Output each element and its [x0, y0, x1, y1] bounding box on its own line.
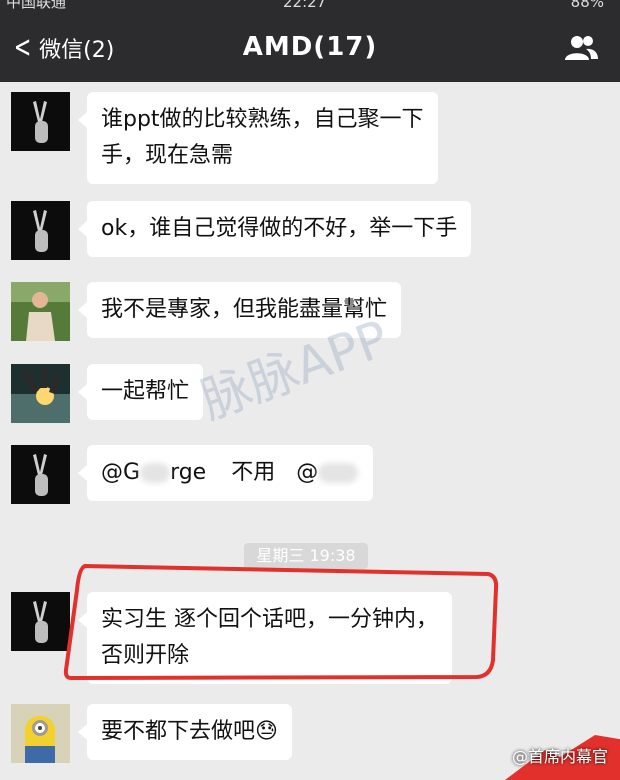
message-text: 实习生 逐个回个话吧，一分钟内，	[101, 607, 438, 632]
peace-hand-avatar[interactable]	[11, 445, 70, 504]
peace-hand-avatar[interactable]	[11, 592, 70, 651]
message-text: 不用	[231, 460, 276, 485]
message-bubble[interactable]: 要不都下去做吧😓	[78, 704, 292, 760]
message-bubble[interactable]: 我不是專家，但我能盡量幫忙	[77, 282, 402, 338]
message-text: 要不都下去做吧	[101, 719, 256, 744]
message-text: 否则开除	[101, 643, 190, 668]
person-photo-avatar[interactable]	[11, 282, 70, 341]
message-bubble[interactable]: ok，谁自己觉得做的不好，举一下手	[77, 201, 472, 257]
message-bubble[interactable]: @G rge 不用 @	[78, 445, 373, 501]
chat-title: AMD(17)	[242, 32, 378, 62]
message-bubble[interactable]: 一起帮忙	[77, 364, 204, 420]
peace-hand-avatar[interactable]	[11, 201, 70, 260]
mention: rge	[170, 460, 207, 485]
weibo-credit: @首席内幕官	[511, 747, 608, 766]
chat-navbar: < 微信(2) AMD(17)	[0, 12, 620, 82]
group-icon[interactable]	[564, 34, 598, 62]
status-bar: 中国联通 22:27 88%	[0, 0, 620, 12]
chat-timestamp: 星期三 19:38	[244, 543, 368, 569]
message-text: 一起帮忙	[101, 379, 190, 404]
message-text: ok，谁自己觉得做的不好，举一下手	[101, 216, 458, 241]
message-text: 手，现在急需	[101, 143, 234, 168]
battery-level: 88%	[570, 0, 604, 11]
message-bubble[interactable]: 实习生 逐个回个话吧，一分钟内， 否则开除	[78, 592, 452, 684]
redacted-blur	[140, 463, 171, 483]
mention[interactable]: @G	[101, 460, 140, 485]
message-text: 我不是專家，但我能盡量幫忙	[101, 297, 388, 322]
ok-hand-avatar[interactable]	[11, 364, 70, 423]
minion-avatar[interactable]	[11, 704, 70, 763]
message-bubble[interactable]: 谁ppt做的比较熟练，自己聚一下 手，现在急需	[78, 92, 438, 184]
message-text: 谁ppt做的比较熟练，自己聚一下	[101, 107, 424, 132]
carrier-label: 中国联通	[6, 0, 67, 11]
status-time: 22:27	[283, 0, 327, 11]
peace-hand-avatar[interactable]	[11, 92, 70, 151]
sweat-emoji: 😓	[255, 719, 278, 744]
mention[interactable]: @	[296, 460, 318, 485]
redacted-blur	[318, 463, 359, 483]
